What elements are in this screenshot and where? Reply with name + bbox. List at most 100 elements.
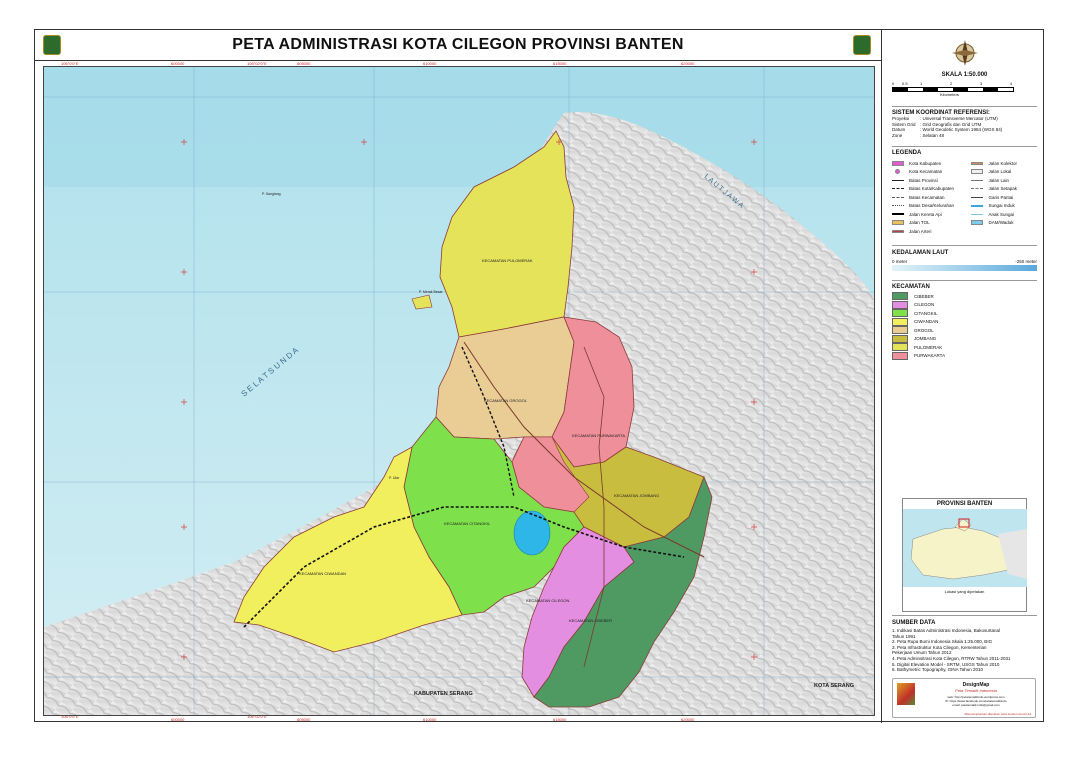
kecamatan-swatch-icon <box>892 343 908 352</box>
kecamatan-swatch-icon <box>892 334 908 343</box>
label-kota-serang: KOTA SERANG <box>814 683 854 689</box>
label-cilegon: KECAMATAN CILEGON <box>526 598 570 603</box>
kota-kecamatan-icon <box>895 169 900 175</box>
legend-item: Jalan Kereta Api <box>892 210 971 219</box>
legend-panel: SKALA 1:50.000 0 0.5 1 2 3 4 Kilometers … <box>881 30 1045 723</box>
kecamatan-block: KECAMATAN CIBEBER CILEGON CITANGKIL CIWANDA… <box>892 284 1037 360</box>
kecamatan-swatch-icon <box>892 326 908 335</box>
scale-label: SKALA 1:50.000 <box>941 72 988 78</box>
scale-unit: Kilometers <box>940 92 959 97</box>
credit-line: email: petatematik.indo@gmail.com <box>952 703 1000 707</box>
kecamatan-swatch-icon <box>892 292 908 301</box>
compass-icon <box>951 40 978 66</box>
jalan-lokal-icon <box>971 169 984 175</box>
kecamatan-swatch-icon <box>892 309 908 318</box>
source-line: 6. Bathymetric Topography, GINA Tahun 20… <box>892 667 984 673</box>
cilegon-emblem-icon <box>853 35 871 55</box>
map-frame[interactable]: S E L A T S U N D A L A U T J A W A KABU… <box>43 66 875 716</box>
label-ciwandan: KECAMATAN CIWANDAN <box>299 571 346 576</box>
jalan-setapak-icon <box>971 188 984 190</box>
kecamatan-item: CITANGKIL <box>892 309 1037 318</box>
label-grogol: KECAMATAN GROGOL <box>484 398 528 403</box>
depth-block: KEDALAMAN LAUT 0 meter -250 meter <box>892 250 1037 271</box>
depth-min: 0 meter <box>892 259 908 264</box>
kota-kabupaten-icon <box>892 160 904 166</box>
grid-label: 610000 <box>423 717 437 722</box>
sungai-induk-icon <box>971 204 984 207</box>
kecamatan-heading: KECAMATAN <box>892 284 930 290</box>
label-island: P. Ular <box>389 476 400 480</box>
legend-item: Anak Sungai <box>971 210 1037 219</box>
legend-block: LEGENDA Kota Kabupaten Kota Kecamatan Ba… <box>892 150 1037 236</box>
north-arrow <box>892 38 1037 70</box>
legend-item: Kota Kabupaten <box>892 159 971 168</box>
title-bar: PETA ADMINISTRASI KOTA CILEGON PROVINSI … <box>35 30 881 61</box>
grid-label: 620000 <box>681 717 695 722</box>
kecamatan-swatch-icon <box>892 351 908 360</box>
scale-tick: 1 <box>920 81 923 86</box>
kecamatan-swatch-icon <box>892 317 908 326</box>
kecamatan-item: JOMBANG <box>892 334 1037 344</box>
label-island: P. Sangiang <box>262 192 281 196</box>
designmap-logo-icon <box>897 683 915 705</box>
railway-icon <box>892 213 904 216</box>
legend-heading: LEGENDA <box>892 150 922 156</box>
depth-max: -250 meter <box>1015 259 1037 264</box>
sources-heading: SUMBER DATA <box>892 620 936 626</box>
reservoir <box>513 510 551 556</box>
garis-pantai-icon <box>971 196 984 198</box>
kecamatan-item: PULOMERAK <box>892 343 1037 352</box>
jalan-kolektor-icon <box>971 161 984 165</box>
batas-kecamatan-icon <box>892 196 904 198</box>
legend-item: Sungai Induk <box>971 202 1037 211</box>
kecamatan-item: GROGOL <box>892 326 1037 335</box>
map-sheet: PETA ADMINISTRASI KOTA CILEGON PROVINSI … <box>34 29 1045 723</box>
dam-waduk-icon <box>971 220 984 226</box>
kecamatan-label: JOMBANG <box>914 336 937 342</box>
label-jombang: KECAMATAN JOMBANG <box>614 493 659 498</box>
kecamatan-item: CIWANDAN <box>892 317 1037 327</box>
batas-desa-icon <box>892 205 904 207</box>
kecamatan-label: CITANGKIL <box>914 310 938 316</box>
kecamatan-label: CILEGON <box>914 302 935 308</box>
coord-system: SISTEM KOORDINAT REFERENSI: Proyeksi: Un… <box>892 110 1037 138</box>
legend-item: Jalan TOL <box>892 219 971 228</box>
label-citangkil: KECAMATAN CITANGKIL <box>444 521 491 526</box>
jalan-tol-icon <box>892 220 904 226</box>
scale-tick: 3 <box>980 81 983 86</box>
grid-label: 600000 <box>171 717 185 722</box>
map-canvas[interactable]: S E L A T S U N D A L A U T J A W A KABU… <box>44 67 874 715</box>
coord-value: : Selatan 48 <box>920 132 945 138</box>
batas-kota-icon <box>892 188 904 190</box>
kecamatan-label: PULOMERAK <box>914 344 943 350</box>
inset-heading: PROVINSI BANTEN <box>936 501 993 507</box>
kecamatan-label: CIWANDAN <box>914 319 939 325</box>
legend-item: Jalan Lokal <box>971 168 1037 177</box>
scale-tick: 4 <box>1010 81 1013 86</box>
label-island: P. Merak Besar <box>419 290 444 294</box>
legend-item: Jalan Arteri <box>892 227 971 236</box>
kecamatan-label: CIBEBER <box>914 293 934 299</box>
credit-footer: Manuskripsinkan diterakan peta berikut u… <box>964 712 1031 716</box>
label-kab-serang: KABUPATEN SERANG <box>414 691 473 697</box>
legend-item: Jalan Lain <box>971 176 1037 185</box>
depth-heading: KEDALAMAN LAUT <box>892 250 949 256</box>
label-purwakarta: KECAMATAN PURWAKARTA <box>572 433 625 438</box>
legend-item: Batas Kecamatan <box>892 193 971 202</box>
legend-item: Garis Pantai <box>971 193 1037 202</box>
batas-provinsi-icon <box>892 179 904 181</box>
depth-gradient <box>892 265 1037 271</box>
credit-tagline: Peta Tematik Indonesia <box>955 688 997 693</box>
legend-item: Batas Kota/Kabupaten <box>892 185 971 194</box>
legend-item: Kota Kecamatan <box>892 168 971 177</box>
legend-item: Jalan Kolektor <box>971 159 1037 168</box>
inset-map[interactable]: PROVINSI BANTEN Lokasi yang dipetakan <box>902 498 1027 612</box>
credit-box: DesignMap Peta Tematik Indonesia web: ht… <box>892 678 1036 718</box>
inset-canvas <box>903 509 1027 587</box>
legend-item: DAM/Waduk <box>971 219 1037 228</box>
grid-label: 615000 <box>553 717 567 722</box>
label-pulomerak: KECAMATAN PULOMERAK <box>482 258 533 263</box>
scale-block: SKALA 1:50.000 0 0.5 1 2 3 4 Kilometers <box>892 72 1037 97</box>
legend-item: Batas Provinsi <box>892 176 971 185</box>
jalan-lain-icon <box>971 179 984 181</box>
